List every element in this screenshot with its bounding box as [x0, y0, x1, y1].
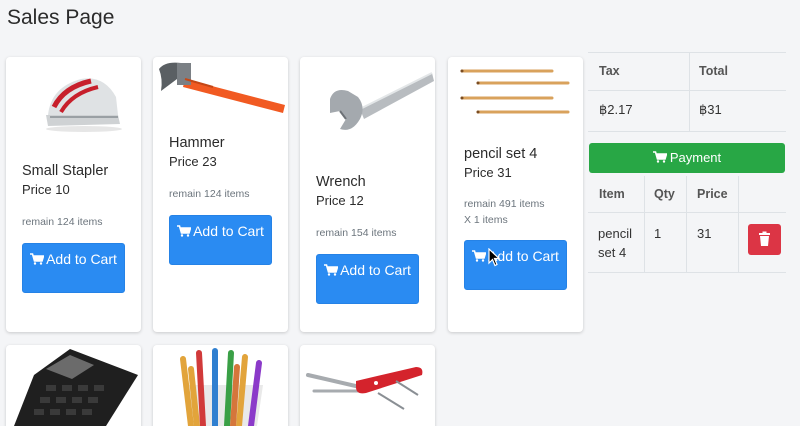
pencils-image [460, 69, 570, 114]
add-to-cart-label: Add to Cart [46, 251, 117, 267]
divider [588, 212, 786, 213]
qty-header: Qty [654, 187, 675, 201]
payment-label: Payment [669, 150, 722, 165]
product-name: Wrench [316, 174, 366, 190]
product-name: Small Stapler [22, 163, 109, 179]
product-price: Price 12 [316, 193, 364, 208]
tax-value: ฿2.17 [599, 102, 633, 117]
product-remain: remain 124 items [169, 188, 250, 200]
product-remain: remain 124 items [22, 216, 103, 228]
cart-icon [177, 225, 192, 237]
product-price: Price 10 [22, 182, 70, 197]
product-name: pencil set 4 [464, 146, 538, 162]
delete-item-button[interactable] [748, 224, 781, 255]
product-card-colored-pencils [153, 345, 288, 426]
wrench-image [330, 72, 434, 130]
product-price: Price 31 [464, 165, 512, 180]
colored-pencils-image [180, 348, 263, 426]
total-header: Total [699, 64, 728, 78]
product-remain: remain 154 items [316, 227, 397, 239]
add-to-cart-button[interactable]: Add to Cart [169, 215, 272, 265]
product-price: Price 23 [169, 154, 217, 169]
payment-button[interactable]: Payment [589, 143, 785, 173]
cart-icon [324, 264, 339, 276]
add-to-cart-button[interactable]: Add to Cart [464, 240, 567, 290]
product-name: Hammer [169, 135, 225, 151]
item-header: Item [599, 187, 625, 201]
product-card-swiss-knife [300, 345, 435, 426]
add-to-cart-button[interactable]: Add to Cart [316, 254, 419, 304]
tax-header: Tax [599, 64, 620, 78]
cart-icon [652, 151, 668, 163]
calculator-image [14, 349, 138, 426]
price-header: Price [697, 187, 728, 201]
divider [588, 90, 786, 91]
product-card-stapler: Small Stapler Price 10 remain 124 items … [6, 57, 141, 332]
mouse-pointer-icon [488, 248, 501, 267]
cart-icon [30, 253, 45, 265]
total-value: ฿31 [699, 102, 722, 117]
cart-icon [472, 250, 487, 262]
divider [588, 272, 786, 273]
divider [588, 131, 786, 132]
swiss-knife-image [306, 367, 423, 410]
page-title: Sales Page [7, 6, 115, 29]
cart-item-price: 31 [697, 226, 712, 241]
add-to-cart-button[interactable]: Add to Cart [22, 243, 125, 293]
product-quantity-in-cart: X 1 items [464, 214, 508, 226]
cart-item-qty: 1 [654, 226, 662, 241]
divider [686, 176, 687, 272]
product-card-hammer: Hammer Price 23 remain 124 items Add to … [153, 57, 288, 332]
divider [588, 52, 786, 53]
stapler-image [46, 78, 122, 132]
summary-table: Tax Total ฿2.17 ฿31 [588, 52, 786, 132]
divider [644, 176, 645, 272]
cart-item-name: pencil set 4 [598, 226, 632, 260]
product-card-calculator [6, 345, 141, 426]
product-card-pencil-set: pencil set 4 Price 31 remain 491 items X… [448, 57, 583, 332]
divider [689, 52, 690, 131]
divider [738, 176, 739, 272]
trash-icon [759, 231, 770, 246]
product-remain: remain 491 items [464, 198, 545, 210]
hammer-image [159, 62, 285, 113]
add-to-cart-label: Add to Cart [193, 223, 264, 239]
add-to-cart-label: Add to Cart [340, 262, 411, 278]
product-card-wrench: Wrench Price 12 remain 154 items Add to … [300, 57, 435, 332]
